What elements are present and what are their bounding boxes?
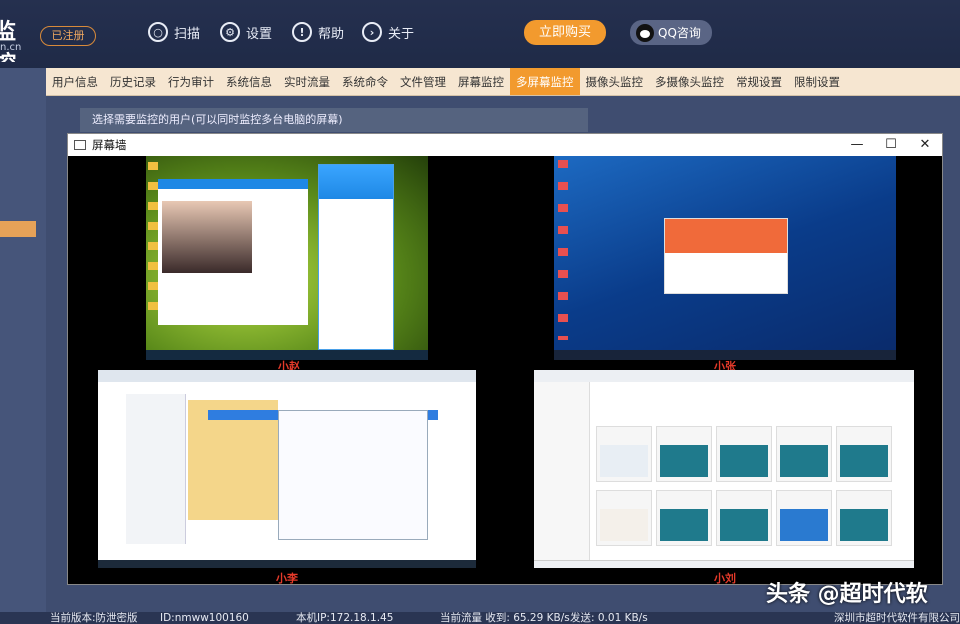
dialog-window-thumbnail [664,218,788,294]
sidebar-selection-marker [0,221,36,237]
scan-button[interactable]: ○ 扫描 [148,20,200,44]
status-id: ID:nmww100160 [160,612,249,624]
remote-screen-2[interactable] [554,156,896,360]
buy-now-button[interactable]: 立即购买 [524,20,606,45]
tab-11[interactable]: 常规设置 [730,68,788,95]
material-card [596,426,652,482]
tab-10[interactable]: 多摄像头监控 [649,68,730,95]
minimize-button[interactable]: — [840,134,874,156]
remote-screen-1[interactable] [146,156,428,360]
tab-bar: 用户信息 历史记录 行为审计 系统信息 实时流量 系统命令 文件管理 屏幕监控 多屏幕监控 摄像头… [46,68,960,96]
gear-icon: ⚙ [220,22,240,42]
tab-8[interactable]: 多屏幕监控 [510,68,580,95]
material-card [836,490,892,546]
status-send: 发送: 0.01 KB/s [570,612,648,624]
tab-9[interactable]: 摄像头监控 [580,68,650,95]
qq-window-thumbnail [318,164,394,350]
material-sidebar-thumbnail [534,382,590,560]
status-company: 深圳市超时代软件有限公司(c [834,612,960,624]
material-card [596,490,652,546]
app-logo: 监控 n.cn [0,20,22,62]
screen-wall-title: 屏幕墙 [92,138,127,152]
material-card [656,426,712,482]
chat-window-thumbnail [278,410,428,540]
tab-4[interactable]: 实时流量 [278,68,336,95]
help-button[interactable]: ! 帮助 [292,20,344,44]
desktop-icons [148,162,158,322]
material-card [716,426,772,482]
tab-12[interactable]: 限制设置 [788,68,846,95]
tab-3[interactable]: 系统信息 [220,68,278,95]
user-select-hint[interactable]: 选择需要监控的用户(可以同时监控多台电脑的屏幕) [80,108,588,132]
taskbar [98,560,476,568]
qq-consult-button[interactable]: QQ咨询 [630,20,712,45]
news-window-thumbnail [158,179,308,325]
chat-contacts-thumbnail [126,394,186,544]
material-card [836,426,892,482]
remote-screen-4[interactable] [534,370,914,568]
screen-3-user-label: 小李 [276,572,298,585]
browser-chrome [534,370,914,382]
material-card [656,490,712,546]
registered-badge: 已注册 [40,26,96,46]
tab-7[interactable]: 屏幕监控 [452,68,510,95]
tab-2[interactable]: 行为审计 [162,68,220,95]
remote-screen-3[interactable] [98,370,476,568]
taskbar [534,560,914,568]
maximize-button[interactable]: ☐ [874,134,908,156]
app-header: 监控 n.cn 已注册 ○ 扫描 ⚙ 设置 ! 帮助 › 关于 立即购买 QQ咨… [0,0,960,68]
search-icon: ○ [148,22,168,42]
status-bar: 当前版本:防泄密版 ID:nmww100160 本机IP:172.18.1.45… [0,612,960,624]
material-card [776,426,832,482]
material-card [776,490,832,546]
tab-5[interactable]: 系统命令 [336,68,394,95]
status-version: 当前版本:防泄密版 [50,612,138,624]
watermark: 头条 @超时代软 [766,582,928,607]
settings-button[interactable]: ⚙ 设置 [220,20,272,44]
browser-chrome [98,370,476,382]
exclamation-icon: ! [292,22,312,42]
qq-penguin-icon [636,23,654,42]
about-button[interactable]: › 关于 [362,20,414,44]
tab-0[interactable]: 用户信息 [46,68,104,95]
left-sidebar [0,68,46,612]
tab-6[interactable]: 文件管理 [394,68,452,95]
status-ip: 本机IP:172.18.1.45 [296,612,394,624]
tab-1[interactable]: 历史记录 [104,68,162,95]
material-card [716,490,772,546]
chevron-right-icon: › [362,22,382,42]
status-traffic: 当前流量 收到: 65.29 KB/s [440,612,570,624]
close-button[interactable]: ✕ [908,134,942,156]
screen-wall-window: 屏幕墙 — ☐ ✕ 小赵 小张 小李 小刘 [67,133,943,585]
desktop-icons [558,160,568,340]
window-icon [74,140,86,150]
screen-wall-titlebar[interactable]: 屏幕墙 — ☐ ✕ [68,134,942,156]
screen-4-user-label: 小刘 [714,572,736,585]
